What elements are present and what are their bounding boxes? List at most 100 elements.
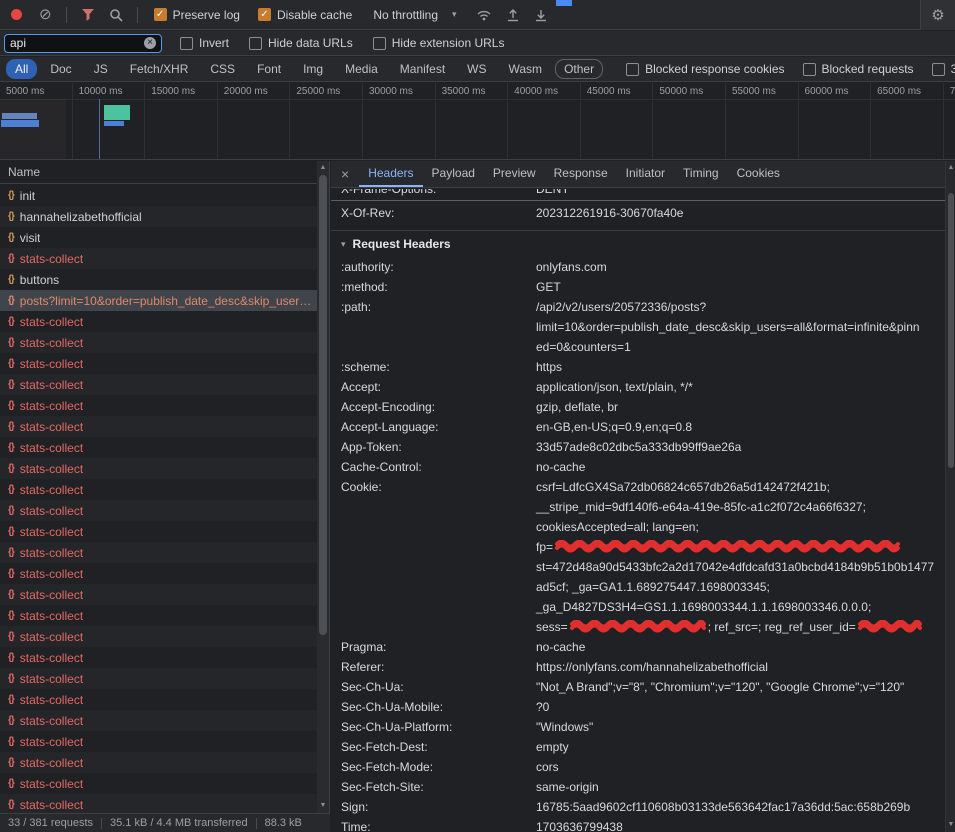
filter-invert-checkbox[interactable]: Invert [180,36,229,50]
filter-pill-doc[interactable]: Doc [41,59,80,79]
request-name: stats-collect [20,252,83,266]
clear-network-log-icon[interactable]: ⊘ [39,7,52,22]
header-value-line: ad5cf; _ga=GA1.1.689275447.1698003345; [536,577,937,597]
filter-pill-all[interactable]: All [6,59,37,79]
request-row[interactable]: {}stats-collect [0,248,317,269]
import-har-icon[interactable] [506,8,520,22]
request-name: stats-collect [20,441,83,455]
filter-blocked-response-cookies-checkbox[interactable]: Blocked response cookies [626,62,784,76]
request-row[interactable]: {} stats-collect [0,437,317,458]
request-row[interactable]: {}init [0,185,317,206]
filter-pill-font[interactable]: Font [248,59,290,79]
request-row[interactable]: {}stats-collect [0,458,317,479]
request-name: stats-collect [20,630,83,644]
scroll-up-icon[interactable]: ▲ [946,162,955,174]
request-row[interactable]: {}stats-collect [0,416,317,437]
filter-3rd-party-requests-checkbox[interactable]: 3rd-party requests [932,62,955,76]
request-headers-section-header[interactable]: ▾ Request Headers [331,231,945,257]
header-row: App-Token:33d57ade8c02dbc5a333db99ff9ae2… [331,437,945,457]
tab-headers[interactable]: Headers [359,161,422,187]
request-row[interactable]: {}stats-collect [0,563,317,584]
filter-pill-manifest[interactable]: Manifest [391,59,454,79]
request-row[interactable]: {}stats-collect [0,542,317,563]
export-har-icon[interactable] [534,8,548,22]
tab-preview[interactable]: Preview [484,161,545,187]
redaction-scribble [555,540,900,554]
scroll-down-icon[interactable]: ▼ [317,800,329,812]
request-row[interactable]: {}stats-collect [0,500,317,521]
network-conditions-icon[interactable] [476,8,492,21]
timeline-overview[interactable]: 5000 ms10000 ms15000 ms20000 ms25000 ms3… [0,83,955,160]
disable-cache-checkbox[interactable]: Disable cache [258,8,352,22]
request-row[interactable]: {}stats-collect [0,584,317,605]
clear-filter-icon[interactable]: × [144,37,156,49]
tab-timing[interactable]: Timing [674,161,728,187]
scroll-down-icon[interactable]: ▼ [946,819,955,831]
name-column-header[interactable]: Name [0,161,329,184]
filter-pill-wasm[interactable]: Wasm [500,59,552,79]
header-value: no-cache [536,457,945,477]
request-row[interactable]: {}hannahelizabethofficial [0,206,317,227]
filter-hide-extension-urls-checkbox[interactable]: Hide extension URLs [373,36,505,50]
request-row[interactable]: {}stats-collect [0,479,317,500]
request-list-scrollbar[interactable]: ▲ ▼ [317,161,329,813]
request-row[interactable]: {}stats-collect [0,521,317,542]
filter-pill-other[interactable]: Other [555,59,603,79]
header-row: :scheme:https [331,357,945,377]
script-file-icon: {} [8,442,14,453]
request-row[interactable]: {}stats-collect [0,794,317,813]
filter-hide-data-urls-checkbox[interactable]: Hide data URLs [249,36,353,50]
request-name: stats-collect [20,588,83,602]
preserve-log-checkbox[interactable]: Preserve log [154,8,240,22]
request-row[interactable]: {}stats-collect [0,731,317,752]
request-row[interactable]: {}stats-collect [0,395,317,416]
tab-initiator[interactable]: Initiator [617,161,674,187]
request-row[interactable]: {}stats-collect [0,311,317,332]
scrollbar-thumb[interactable] [319,175,327,635]
request-row[interactable]: {}stats-collect [0,374,317,395]
script-file-icon: {} [8,400,14,411]
throttling-select[interactable]: No throttling ▾ [373,8,456,22]
request-row[interactable]: {}buttons [0,269,317,290]
tab-payload[interactable]: Payload [423,161,484,187]
filter-blocked-requests-checkbox[interactable]: Blocked requests [803,62,914,76]
tab-response[interactable]: Response [545,161,617,187]
settings-gear-icon[interactable]: ⚙ [931,6,944,24]
request-row[interactable]: {}stats-collect [0,353,317,374]
details-scrollbar[interactable]: ▲ ▼ [945,161,955,832]
filter-pill-js[interactable]: JS [85,59,117,79]
request-name: stats-collect [20,735,83,749]
filter-pill-fetch-xhr[interactable]: Fetch/XHR [121,59,198,79]
request-row[interactable]: {}stats-collect [0,668,317,689]
header-value: same-origin [536,777,945,797]
request-row[interactable]: {}stats-collect [0,647,317,668]
filter-pill-css[interactable]: CSS [201,59,244,79]
request-row[interactable]: {}stats-collect [0,773,317,794]
script-file-icon: {} [8,610,14,621]
request-row[interactable]: {}stats-collect [0,689,317,710]
scroll-up-icon[interactable]: ▲ [317,162,329,174]
request-row[interactable]: {}visit [0,227,317,248]
scrollbar-thumb[interactable] [948,193,954,468]
header-key: Accept-Encoding: [341,397,536,417]
request-row[interactable]: {}posts?limit=10&order=publish_date_desc… [0,290,317,311]
script-file-icon: {} [8,484,14,495]
tab-cookies[interactable]: Cookies [728,161,789,187]
timeline-slot: 60000 ms [799,83,872,159]
search-icon[interactable] [109,8,123,22]
filter-pill-ws[interactable]: WS [458,59,495,79]
request-row[interactable]: {}stats-collect [0,332,317,353]
filter-funnel-icon[interactable] [81,8,95,21]
record-button[interactable] [11,9,22,20]
filter-pill-img[interactable]: Img [294,59,332,79]
request-row[interactable]: {}stats-collect [0,710,317,731]
timeline-label-separator [0,99,955,100]
filter-pill-media[interactable]: Media [336,59,387,79]
request-row[interactable]: {}stats-collect [0,605,317,626]
request-row[interactable]: {}stats-collect [0,626,317,647]
checkbox-label: Invert [199,36,229,50]
close-icon[interactable]: × [331,161,359,187]
filter-input[interactable]: api × [4,34,162,53]
header-key: App-Token: [341,437,536,457]
request-row[interactable]: {}stats-collect [0,752,317,773]
